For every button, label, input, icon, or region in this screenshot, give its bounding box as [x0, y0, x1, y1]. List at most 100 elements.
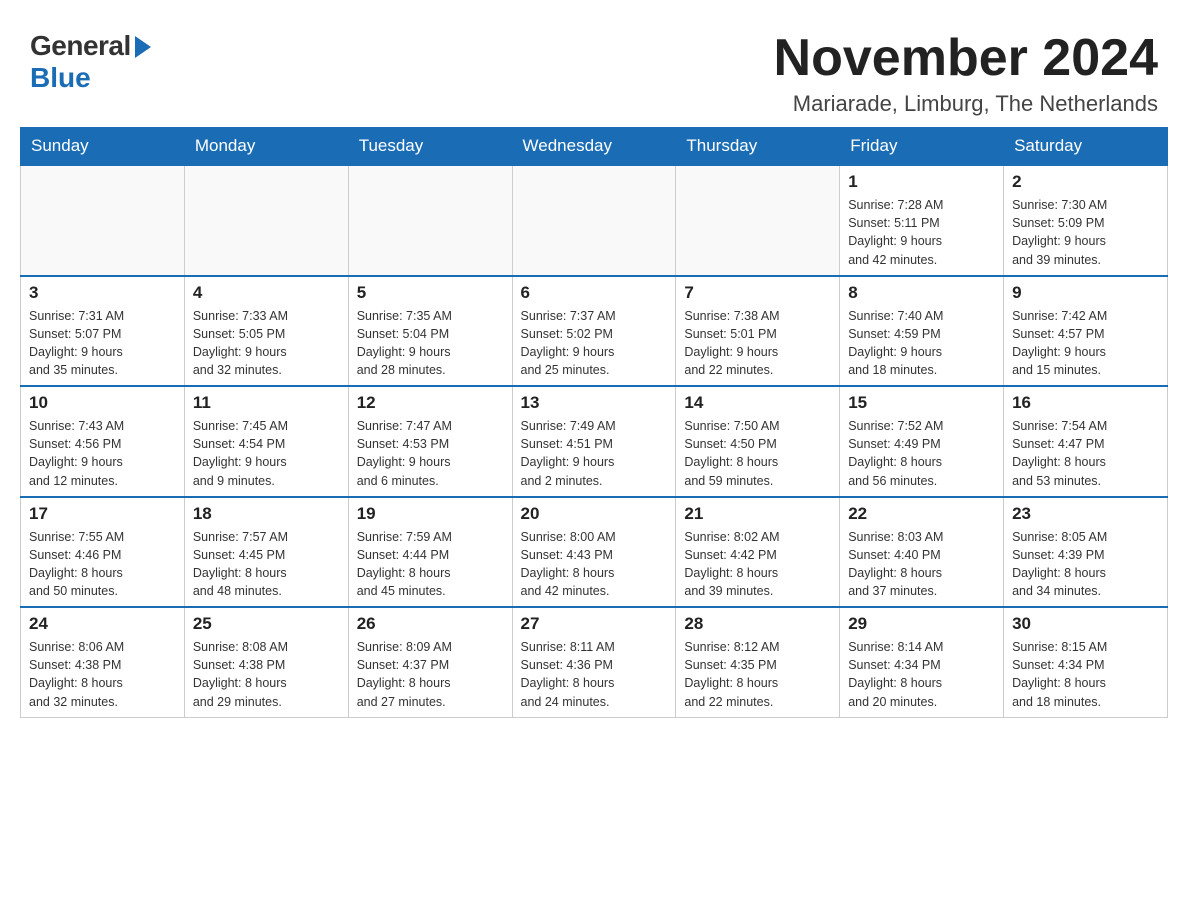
week-row-3: 10Sunrise: 7:43 AMSunset: 4:56 PMDayligh… — [21, 386, 1168, 497]
day-info: Sunrise: 7:57 AMSunset: 4:45 PMDaylight:… — [193, 528, 340, 601]
calendar-cell: 27 Sunrise: 8:11 AMSunset: 4:36 PMDayligh… — [512, 607, 676, 717]
logo-general-text: General — [30, 30, 131, 62]
day-number: 13 — [521, 393, 668, 413]
day-number: 16 — [1012, 393, 1159, 413]
day-info: Sunrise: 8:14 AMSunset: 4:34 PMDaylight:… — [848, 638, 995, 711]
col-header-monday: Monday — [184, 128, 348, 166]
calendar-cell: 3 Sunrise: 7:31 AMSunset: 5:07 PMDaylight… — [21, 276, 185, 387]
day-info: Sunrise: 8:00 AMSunset: 4:43 PMDaylight:… — [521, 528, 668, 601]
calendar-cell: 11 Sunrise: 7:45 AMSunset: 4:54 PMDayligh… — [184, 386, 348, 497]
day-number: 3 — [29, 283, 176, 303]
day-info: Sunrise: 7:50 AMSunset: 4:50 PMDaylight:… — [684, 417, 831, 490]
location-subtitle: Mariarade, Limburg, The Netherlands — [774, 91, 1158, 117]
day-number: 11 — [193, 393, 340, 413]
day-number: 8 — [848, 283, 995, 303]
page-header: General Blue November 2024 Mariarade, Li… — [20, 20, 1168, 117]
col-header-tuesday: Tuesday — [348, 128, 512, 166]
calendar-cell: 13 Sunrise: 7:49 AMSunset: 4:51 PMDayligh… — [512, 386, 676, 497]
day-number: 18 — [193, 504, 340, 524]
day-info: Sunrise: 8:02 AMSunset: 4:42 PMDaylight:… — [684, 528, 831, 601]
day-number: 1 — [848, 172, 995, 192]
col-header-friday: Friday — [840, 128, 1004, 166]
calendar-cell: 19 Sunrise: 7:59 AMSunset: 4:44 PMDayligh… — [348, 497, 512, 608]
calendar-table: SundayMondayTuesdayWednesdayThursdayFrid… — [20, 127, 1168, 718]
day-info: Sunrise: 7:45 AMSunset: 4:54 PMDaylight:… — [193, 417, 340, 490]
day-number: 20 — [521, 504, 668, 524]
day-info: Sunrise: 7:47 AMSunset: 4:53 PMDaylight:… — [357, 417, 504, 490]
calendar-cell: 10Sunrise: 7:43 AMSunset: 4:56 PMDayligh… — [21, 386, 185, 497]
day-info: Sunrise: 7:49 AMSunset: 4:51 PMDaylight:… — [521, 417, 668, 490]
day-info: Sunrise: 8:08 AMSunset: 4:38 PMDaylight:… — [193, 638, 340, 711]
calendar-cell: 16 Sunrise: 7:54 AMSunset: 4:47 PMDayligh… — [1004, 386, 1168, 497]
day-number: 6 — [521, 283, 668, 303]
week-row-2: 3 Sunrise: 7:31 AMSunset: 5:07 PMDaylight… — [21, 276, 1168, 387]
day-info: Sunrise: 7:42 AMSunset: 4:57 PMDaylight:… — [1012, 307, 1159, 380]
day-number: 26 — [357, 614, 504, 634]
day-info: Sunrise: 8:06 AMSunset: 4:38 PMDaylight:… — [29, 638, 176, 711]
day-info: Sunrise: 7:35 AMSunset: 5:04 PMDaylight:… — [357, 307, 504, 380]
calendar-cell: 14 Sunrise: 7:50 AMSunset: 4:50 PMDayligh… — [676, 386, 840, 497]
calendar-cell: 18 Sunrise: 7:57 AMSunset: 4:45 PMDayligh… — [184, 497, 348, 608]
day-number: 29 — [848, 614, 995, 634]
calendar-cell: 29 Sunrise: 8:14 AMSunset: 4:34 PMDayligh… — [840, 607, 1004, 717]
day-number: 28 — [684, 614, 831, 634]
day-number: 24 — [29, 614, 176, 634]
calendar-cell: 26 Sunrise: 8:09 AMSunset: 4:37 PMDayligh… — [348, 607, 512, 717]
calendar-cell: 25Sunrise: 8:08 AMSunset: 4:38 PMDayligh… — [184, 607, 348, 717]
day-info: Sunrise: 8:05 AMSunset: 4:39 PMDaylight:… — [1012, 528, 1159, 601]
calendar-cell — [184, 165, 348, 276]
calendar-cell: 1Sunrise: 7:28 AMSunset: 5:11 PMDaylight… — [840, 165, 1004, 276]
calendar-cell — [676, 165, 840, 276]
day-number: 30 — [1012, 614, 1159, 634]
day-info: Sunrise: 7:52 AMSunset: 4:49 PMDaylight:… — [848, 417, 995, 490]
calendar-header-row: SundayMondayTuesdayWednesdayThursdayFrid… — [21, 128, 1168, 166]
calendar-cell: 4 Sunrise: 7:33 AMSunset: 5:05 PMDaylight… — [184, 276, 348, 387]
day-info: Sunrise: 8:09 AMSunset: 4:37 PMDaylight:… — [357, 638, 504, 711]
day-info: Sunrise: 7:59 AMSunset: 4:44 PMDaylight:… — [357, 528, 504, 601]
logo-blue-text: Blue — [30, 62, 91, 94]
day-info: Sunrise: 7:31 AMSunset: 5:07 PMDaylight:… — [29, 307, 176, 380]
calendar-cell: 7Sunrise: 7:38 AMSunset: 5:01 PMDaylight… — [676, 276, 840, 387]
calendar-cell: 24 Sunrise: 8:06 AMSunset: 4:38 PMDayligh… — [21, 607, 185, 717]
day-number: 22 — [848, 504, 995, 524]
day-number: 15 — [848, 393, 995, 413]
calendar-cell — [348, 165, 512, 276]
calendar-cell: 21Sunrise: 8:02 AMSunset: 4:42 PMDayligh… — [676, 497, 840, 608]
calendar-cell: 8Sunrise: 7:40 AMSunset: 4:59 PMDaylight… — [840, 276, 1004, 387]
day-info: Sunrise: 8:12 AMSunset: 4:35 PMDaylight:… — [684, 638, 831, 711]
calendar-cell — [512, 165, 676, 276]
calendar-cell: 28 Sunrise: 8:12 AMSunset: 4:35 PMDayligh… — [676, 607, 840, 717]
day-info: Sunrise: 7:30 AMSunset: 5:09 PMDaylight:… — [1012, 196, 1159, 269]
calendar-cell: 23 Sunrise: 8:05 AMSunset: 4:39 PMDayligh… — [1004, 497, 1168, 608]
day-info: Sunrise: 7:37 AMSunset: 5:02 PMDaylight:… — [521, 307, 668, 380]
week-row-4: 17 Sunrise: 7:55 AMSunset: 4:46 PMDayligh… — [21, 497, 1168, 608]
calendar-cell: 20 Sunrise: 8:00 AMSunset: 4:43 PMDayligh… — [512, 497, 676, 608]
calendar-cell: 9Sunrise: 7:42 AMSunset: 4:57 PMDaylight… — [1004, 276, 1168, 387]
logo: General Blue — [30, 30, 151, 94]
day-number: 27 — [521, 614, 668, 634]
day-number: 10 — [29, 393, 176, 413]
day-number: 17 — [29, 504, 176, 524]
day-number: 5 — [357, 283, 504, 303]
day-info: Sunrise: 8:15 AMSunset: 4:34 PMDaylight:… — [1012, 638, 1159, 711]
day-info: Sunrise: 7:54 AMSunset: 4:47 PMDaylight:… — [1012, 417, 1159, 490]
month-title: November 2024 — [774, 30, 1158, 87]
day-info: Sunrise: 8:03 AMSunset: 4:40 PMDaylight:… — [848, 528, 995, 601]
week-row-5: 24 Sunrise: 8:06 AMSunset: 4:38 PMDayligh… — [21, 607, 1168, 717]
day-number: 14 — [684, 393, 831, 413]
day-number: 23 — [1012, 504, 1159, 524]
col-header-sunday: Sunday — [21, 128, 185, 166]
day-number: 4 — [193, 283, 340, 303]
col-header-saturday: Saturday — [1004, 128, 1168, 166]
day-info: Sunrise: 8:11 AMSunset: 4:36 PMDaylight:… — [521, 638, 668, 711]
day-info: Sunrise: 7:55 AMSunset: 4:46 PMDaylight:… — [29, 528, 176, 601]
day-info: Sunrise: 7:33 AMSunset: 5:05 PMDaylight:… — [193, 307, 340, 380]
week-row-1: 1Sunrise: 7:28 AMSunset: 5:11 PMDaylight… — [21, 165, 1168, 276]
day-number: 7 — [684, 283, 831, 303]
col-header-wednesday: Wednesday — [512, 128, 676, 166]
day-number: 12 — [357, 393, 504, 413]
calendar-cell: 6 Sunrise: 7:37 AMSunset: 5:02 PMDaylight… — [512, 276, 676, 387]
day-number: 19 — [357, 504, 504, 524]
calendar-cell: 17 Sunrise: 7:55 AMSunset: 4:46 PMDayligh… — [21, 497, 185, 608]
calendar-cell — [21, 165, 185, 276]
